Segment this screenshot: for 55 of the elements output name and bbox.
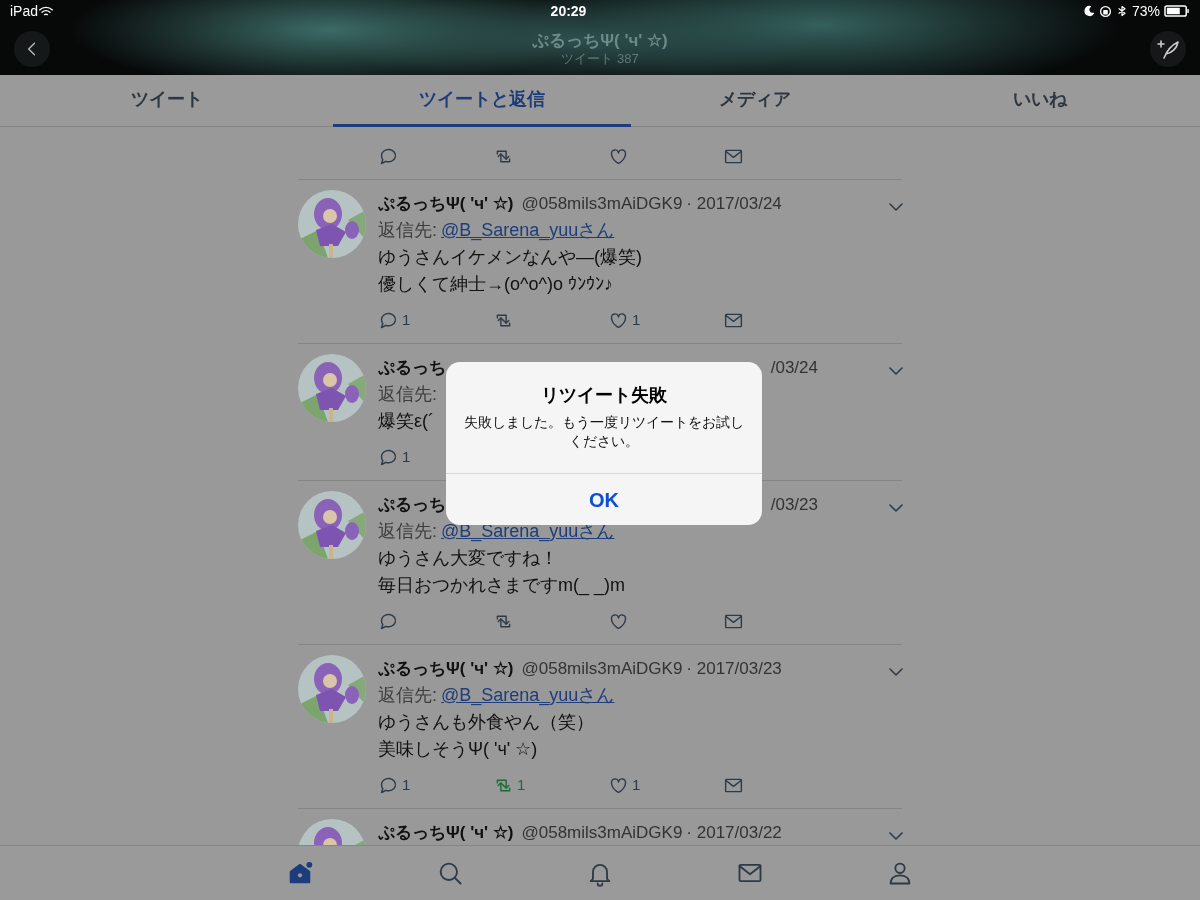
tab[interactable]: ツイートと返信 — [333, 75, 631, 127]
action-count: 1 — [632, 309, 641, 330]
profile-name: ぷるっちΨ( 'ч' ☆) — [531, 31, 669, 51]
tweet-text: 毎日おつかれさまですm(_ _)m — [378, 574, 625, 598]
chevron-icon[interactable] — [888, 503, 904, 513]
tweet-date: · 2017/03/24 — [686, 193, 782, 215]
chevron-icon[interactable] — [888, 667, 904, 677]
action-count: 1 — [632, 774, 641, 795]
tweet-text: 美味しそうΨ( 'ч' ☆) — [378, 738, 538, 761]
moon-icon — [1082, 5, 1095, 17]
author-name: ぷるっちΨ( 'ч' ☆) — [378, 822, 514, 844]
author-handle: @058mils3mAiDGK9 — [521, 822, 683, 844]
bluetooth-icon — [1115, 4, 1128, 18]
action-count: 1 — [402, 774, 411, 795]
author-handle: @058mils3mAiDGK9 — [521, 193, 683, 215]
action-count: 1 — [517, 774, 526, 795]
chevron-icon[interactable] — [888, 202, 904, 212]
compose-button[interactable] — [1150, 30, 1186, 67]
wifi-icon — [38, 4, 55, 18]
chevron-icon[interactable] — [888, 366, 904, 376]
dialog-message: 失敗しました。もう一度リツイートをお試しください。 — [463, 413, 745, 451]
tweet-date: · 2017/03/22 — [686, 822, 782, 844]
mention-link[interactable]: @B_Sarena_yuuさん — [441, 217, 615, 244]
tweet-text: 優しくて紳士→(o^o^)o ｳﾝｳﾝ♪ — [378, 273, 613, 296]
mention-link[interactable]: @B_Sarena_yuuさん — [441, 682, 615, 709]
time-label: 20:29 — [550, 2, 587, 19]
author-name: ぷるっち — [378, 494, 446, 516]
tweet-date: /03/24 — [770, 357, 818, 379]
action-count: 1 — [402, 446, 411, 467]
tab[interactable]: メディア — [631, 75, 879, 127]
tweet-date: · 2017/03/23 — [686, 658, 782, 680]
battery-label: 73% — [1131, 1, 1160, 21]
author-name: ぷるっちΨ( 'ч' ☆) — [378, 658, 514, 680]
reply-label: 返信先: — [378, 684, 437, 707]
tweet-text: ゆうさんも外食やん（笑） — [378, 711, 594, 734]
tweet-date: /03/23 — [770, 494, 818, 516]
battery-icon — [1164, 5, 1190, 17]
tab[interactable]: ツイート — [0, 75, 333, 127]
reply-label: 返信先: — [378, 520, 437, 543]
tweet-text: 爆笑ε(´ — [378, 410, 434, 433]
author-name: ぷるっち — [378, 357, 446, 379]
reply-label: 返信先: — [378, 383, 437, 406]
ok-button[interactable]: OK — [446, 473, 762, 525]
author-handle: @058mils3mAiDGK9 — [521, 658, 683, 680]
action-count: 1 — [402, 309, 411, 330]
reply-label: 返信先: — [378, 219, 437, 242]
tab[interactable]: いいね — [879, 75, 1200, 127]
rotation-lock-icon — [1098, 4, 1112, 18]
dialog-title: リツイート失敗 — [540, 384, 668, 407]
author-name: ぷるっちΨ( 'ч' ☆) — [378, 193, 514, 215]
chevron-icon[interactable] — [888, 831, 904, 841]
tweet-text: ゆうさん大変ですね！ — [378, 547, 558, 570]
tweet-text: ゆうさんイケメンなんや―(爆笑) — [378, 246, 642, 269]
back-icon — [27, 39, 37, 58]
carrier-label: iPad — [10, 1, 39, 21]
